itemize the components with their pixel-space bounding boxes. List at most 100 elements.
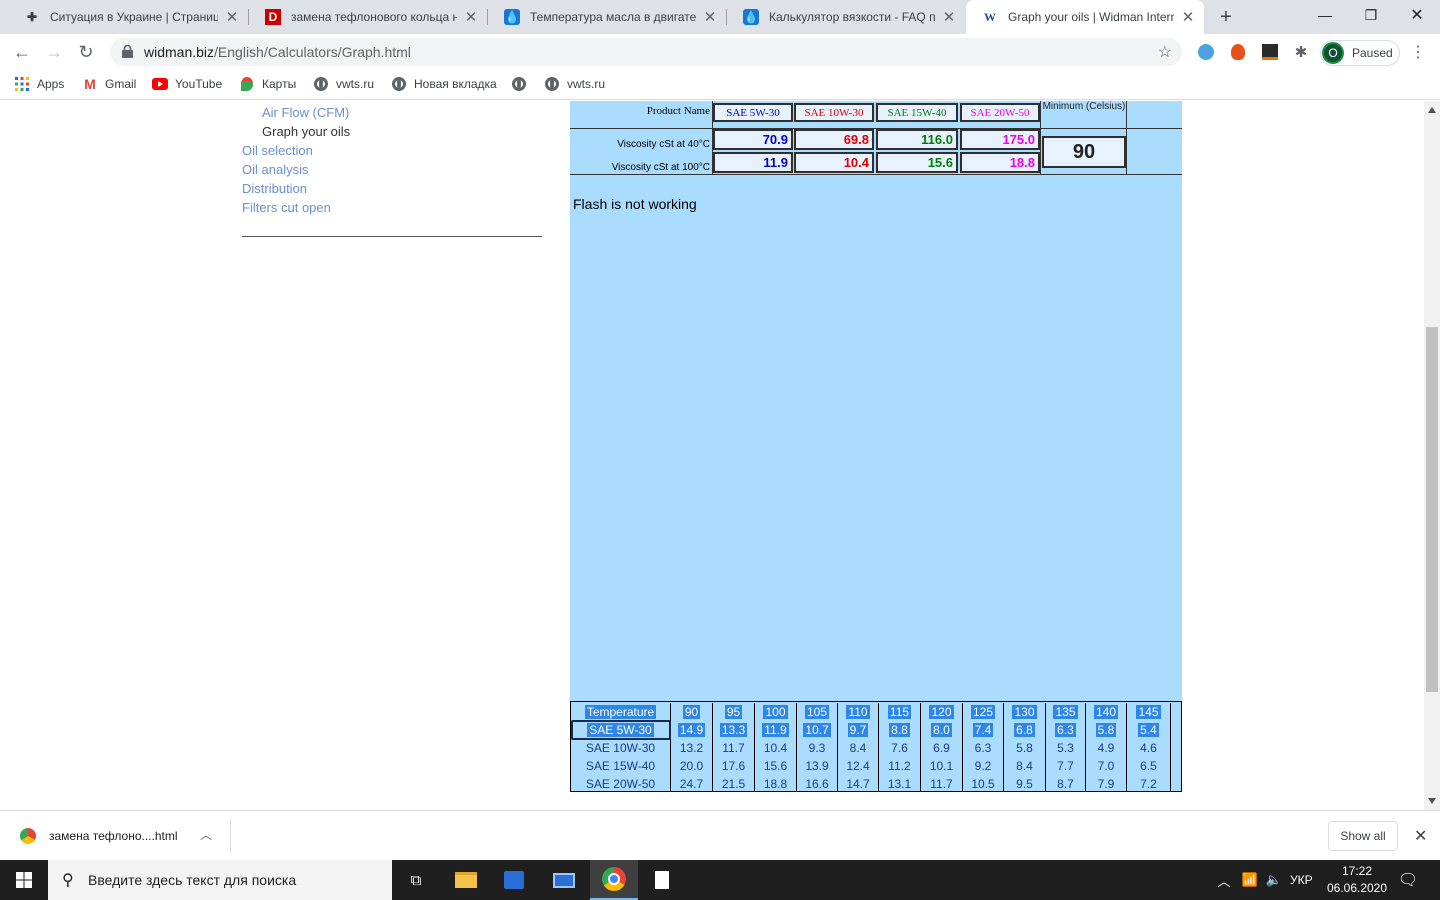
- table-header-temp: 140: [1086, 703, 1127, 721]
- download-filename[interactable]: замена тефлоно....html: [49, 829, 178, 843]
- chrome-taskbar-icon[interactable]: [590, 860, 638, 900]
- sidebar-item-graph-oils[interactable]: Graph your oils: [262, 124, 350, 139]
- bookmark-maps[interactable]: Карты: [239, 76, 296, 92]
- highlighted-text: 145: [1136, 705, 1161, 719]
- visc100-input[interactable]: 18.8: [960, 152, 1040, 173]
- bookmark-vwts-2[interactable]: vwts.ru: [544, 76, 605, 92]
- tab-1[interactable]: ✚ Ситуация в Украине | Страница ✕: [8, 0, 248, 34]
- close-icon[interactable]: ✕: [1180, 8, 1196, 26]
- highlighted-text: 8.0: [931, 723, 952, 737]
- windows-start-icon[interactable]: [0, 860, 48, 900]
- network-icon[interactable]: 📶: [1238, 860, 1262, 900]
- highlighted-text: 14.9: [677, 723, 706, 737]
- profile-button[interactable]: O Paused: [1320, 40, 1400, 66]
- notifications-icon[interactable]: 🗨: [1384, 860, 1432, 900]
- reload-button[interactable]: ↻: [72, 38, 100, 66]
- clock-time[interactable]: 17:22: [1322, 864, 1392, 878]
- visc100-input[interactable]: 15.6: [876, 152, 958, 173]
- table-cell: 6.3: [963, 739, 1004, 757]
- extension-icon[interactable]: [1196, 42, 1216, 62]
- close-icon[interactable]: ✕: [941, 8, 957, 26]
- sidebar-item-oil-analysis[interactable]: Oil analysis: [242, 162, 308, 177]
- sidebar-item-oil-selection[interactable]: Oil selection: [242, 143, 313, 158]
- bookmark-new-tab[interactable]: Новая вкладка: [391, 76, 497, 92]
- fire-extension-icon[interactable]: [1228, 42, 1248, 62]
- store-icon[interactable]: [490, 860, 538, 900]
- bookmark-vwts[interactable]: vwts.ru: [313, 76, 374, 92]
- highlighted-text: 6.3: [1055, 723, 1076, 737]
- back-button[interactable]: ←: [8, 38, 36, 66]
- minimum-input[interactable]: 90: [1042, 136, 1126, 168]
- volume-icon[interactable]: 🔈: [1262, 860, 1286, 900]
- star-icon[interactable]: ☆: [1158, 42, 1172, 62]
- tab-2[interactable]: D замена тефлонового кольца на ✕: [249, 0, 487, 34]
- address-bar[interactable]: widman.biz/English/Calculators/Graph.htm…: [110, 38, 1182, 66]
- close-icon[interactable]: ✕: [463, 8, 479, 26]
- file-icon[interactable]: [638, 860, 686, 900]
- toolbar: ← → ↻ widman.biz/English/Calculators/Gra…: [0, 34, 1440, 70]
- highlighted-text: 5.4: [1138, 723, 1159, 737]
- page-scrollbar[interactable]: [1424, 101, 1440, 810]
- sidebar-item-air-flow[interactable]: Air Flow (CFM): [262, 105, 349, 120]
- scroll-down-icon[interactable]: [1428, 798, 1436, 804]
- product-name-input[interactable]: SAE 10W-30: [794, 103, 874, 122]
- table-cell: 6: [1171, 757, 1181, 775]
- selected-row-outline: [571, 720, 671, 740]
- sidebar-item-filters[interactable]: Filters cut open: [242, 200, 331, 215]
- chevron-up-icon[interactable]: ︿: [200, 826, 212, 843]
- mail-icon[interactable]: [540, 860, 588, 900]
- highlighted-text: 9.7: [847, 723, 869, 737]
- show-all-button[interactable]: Show all: [1328, 821, 1398, 851]
- product-name-input[interactable]: SAE 5W-30: [713, 103, 793, 122]
- visc100-input[interactable]: 10.4: [794, 152, 874, 173]
- bookmark-gmail[interactable]: M Gmail: [82, 76, 136, 92]
- minimize-button[interactable]: —: [1302, 0, 1348, 30]
- menu-icon[interactable]: ⋮: [1408, 42, 1428, 62]
- bookmark-unnamed[interactable]: [511, 76, 534, 92]
- close-downloads-icon[interactable]: ✕: [1414, 826, 1427, 846]
- product-name-input[interactable]: SAE 20W-50: [960, 103, 1040, 122]
- visc40-input[interactable]: 70.9: [713, 129, 793, 150]
- visc40-input[interactable]: 175.0: [960, 129, 1040, 150]
- new-tab-button[interactable]: +: [1214, 5, 1238, 29]
- url-path: /English/Calculators/Graph.html: [214, 44, 411, 60]
- maps-icon: [239, 76, 255, 92]
- visc40-input[interactable]: 69.8: [794, 129, 874, 150]
- tray-chevron-icon[interactable]: ︿: [1212, 860, 1236, 900]
- table-cell: 10.5: [963, 775, 1004, 791]
- taskbar-search[interactable]: ⚲ Введите здесь текст для поиска: [48, 860, 392, 900]
- task-view-icon[interactable]: ⧉: [392, 860, 440, 900]
- bookmark-apps[interactable]: Apps: [14, 76, 64, 92]
- language-indicator[interactable]: УКР: [1290, 873, 1313, 887]
- sidebar-item-distribution[interactable]: Distribution: [242, 181, 307, 196]
- table-header-temperature: Temperature: [571, 703, 671, 721]
- bookmark-youtube[interactable]: YouTube: [152, 76, 222, 92]
- tab-5-active[interactable]: W Graph your oils | Widman Interna ✕: [966, 0, 1204, 34]
- close-icon[interactable]: ✕: [702, 8, 718, 26]
- close-icon[interactable]: ✕: [224, 8, 240, 26]
- close-window-button[interactable]: ✕: [1394, 0, 1440, 30]
- table-header-temp: 105: [797, 703, 838, 721]
- table-cell: 4.9: [1086, 739, 1127, 757]
- covid-icon: ✚: [26, 10, 38, 24]
- dark-extension-icon[interactable]: [1260, 42, 1280, 62]
- visc40-input[interactable]: 116.0: [876, 129, 958, 150]
- table-cell: 7.6: [879, 739, 921, 757]
- tab-4[interactable]: 💧 Калькулятор вязкости - FAQ по ✕: [727, 0, 965, 34]
- restore-button[interactable]: ❐: [1348, 0, 1394, 30]
- scroll-up-icon[interactable]: [1428, 107, 1436, 113]
- table-cell: 17.6: [713, 757, 755, 775]
- file-explorer-icon[interactable]: [442, 860, 490, 900]
- table-cell: 8.4: [838, 739, 879, 757]
- visc100-input[interactable]: 11.9: [713, 152, 793, 173]
- table-cell: 8.7: [1046, 775, 1086, 791]
- scroll-thumb[interactable]: [1426, 327, 1438, 692]
- table-header-temp: 115: [879, 703, 921, 721]
- clock-date[interactable]: 06.06.2020: [1322, 881, 1392, 895]
- product-name-input[interactable]: SAE 15W-40: [876, 103, 958, 122]
- highlighted-text: 6.8: [1014, 723, 1035, 737]
- forward-button[interactable]: →: [40, 38, 68, 66]
- tab-3[interactable]: 💧 Температура масла в двигателе ✕: [488, 0, 726, 34]
- puzzle-icon[interactable]: ✱: [1291, 42, 1311, 62]
- table-row-label: SAE 20W-50: [571, 775, 671, 791]
